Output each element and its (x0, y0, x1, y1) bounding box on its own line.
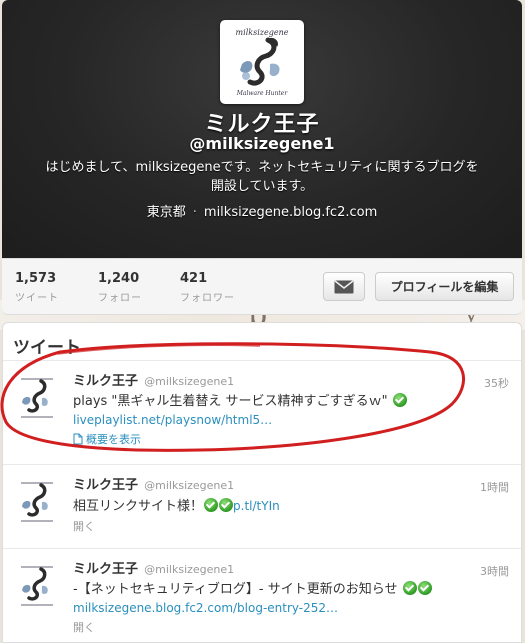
stat-following[interactable]: 1,240 フォロー (98, 271, 142, 304)
stat-following-count: 1,240 (98, 271, 140, 286)
dragon-avatar-icon (13, 373, 61, 421)
profile-avatar[interactable]: milksizegene Malware Hunter (220, 20, 304, 104)
document-icon (73, 433, 83, 445)
tweet-author-handle[interactable]: @milksizegene1 (144, 563, 234, 576)
tweet-link[interactable]: liveplaylist.net/playsnow/html5… (73, 411, 509, 429)
tweet-header: ミルク王子 @milksizegene1 (73, 561, 509, 578)
stat-followers-count: 421 (180, 271, 208, 286)
tweet-link[interactable]: milksizegene.blog.fc2.com/blog-entry-252… (73, 599, 509, 617)
tweet-author-handle[interactable]: @milksizegene1 (144, 375, 234, 388)
tweet-avatar[interactable] (13, 373, 61, 421)
tweet-text: plays "黒ギャル生着替え サービス精神すごすぎるｗ" (73, 393, 509, 411)
tweet-timestamp[interactable]: 3時間 (480, 563, 509, 579)
tweet-item[interactable]: ミルク王子 @milksizegene1 35秒 plays "黒ギャル生着替え… (3, 361, 521, 465)
profile-bio: はじめまして、milksizegeneです。ネットセキュリティに関するブログを開… (45, 160, 479, 194)
stat-tweets-label: ツイート (15, 293, 59, 304)
tweet-text: -【ネットセキュリティブログ】- サイト更新のお知らせ (73, 581, 509, 599)
stat-following-label: フォロー (98, 293, 142, 304)
tweet-link[interactable]: p.tl/tYIn (233, 499, 280, 513)
tweet-text-body: -【ネットセキュリティブログ】- サイト更新のお知らせ (73, 582, 398, 597)
tweet-text: 相互リンクサイト様！ p.tl/tYIn (73, 497, 509, 516)
envelope-icon (334, 279, 354, 293)
check-emoji-icon (219, 498, 234, 512)
tweet-header: ミルク王子 @milksizegene1 (73, 373, 509, 390)
dragon-avatar-icon: milksizegene Malware Hunter (224, 24, 300, 100)
profile-website-link[interactable]: milksizegene.blog.fc2.com (204, 205, 377, 220)
stat-tweets-count: 1,573 (15, 271, 57, 286)
tweet-text-body: 相互リンクサイト様！ (73, 499, 204, 514)
dragon-avatar-icon (13, 477, 61, 525)
tweet-text-body: plays "黒ギャル生着替え サービス精神すごすぎるｗ" (73, 394, 388, 409)
direct-message-button[interactable] (323, 272, 365, 301)
tweet-header: ミルク王子 @milksizegene1 (73, 477, 509, 494)
svg-text:Malware Hunter: Malware Hunter (236, 90, 289, 97)
tweets-heading: ツイート (3, 323, 521, 361)
tweet-avatar[interactable] (13, 561, 61, 609)
dragon-avatar-icon (13, 561, 61, 609)
profile-stats-bar: 1,573 ツイート 1,240 フォロー 421 フォロワー プロフィールを編… (2, 258, 522, 315)
tweet-author-name[interactable]: ミルク王子 (73, 374, 138, 389)
show-summary-label: 概要を表示 (86, 433, 141, 446)
expand-link[interactable]: 開く (73, 518, 509, 534)
stat-followers-label: フォロワー (180, 293, 235, 304)
check-emoji-icon (402, 581, 417, 595)
check-emoji-icon (417, 581, 432, 595)
profile-screen-name: @milksizegene1 (189, 134, 335, 153)
tweet-author-name[interactable]: ミルク王子 (73, 562, 138, 577)
stat-followers[interactable]: 421 フォロワー (180, 271, 235, 304)
profile-header: milksizegene Malware Hunter ミルク王子 @milks… (2, 0, 522, 258)
check-emoji-icon (204, 498, 219, 512)
tweet-timestamp[interactable]: 1時間 (480, 479, 509, 495)
show-summary-link[interactable]: 概要を表示 (73, 431, 509, 447)
tweet-item[interactable]: ミルク王子 @milksizegene1 3時間 -【ネットセキュリティブログ】… (3, 549, 521, 642)
tweet-author-handle[interactable]: @milksizegene1 (144, 479, 234, 492)
tweet-timestamp[interactable]: 35秒 (484, 375, 509, 391)
profile-location: 東京都 (146, 205, 186, 220)
tweet-avatar[interactable] (13, 477, 61, 525)
meta-separator: · (192, 205, 197, 220)
edit-profile-button[interactable]: プロフィールを編集 (375, 272, 514, 301)
expand-link[interactable]: 開く (73, 619, 509, 635)
tweets-panel: ツイート ミルク王子 @milksizegene1 35秒 plays "黒ギャ… (2, 322, 522, 643)
check-emoji-icon (392, 393, 407, 407)
tweet-author-name[interactable]: ミルク王子 (73, 478, 138, 493)
svg-text:milksizegene: milksizegene (236, 28, 289, 37)
tweet-item[interactable]: ミルク王子 @milksizegene1 1時間 相互リンクサイト様！ p.tl/… (3, 465, 521, 549)
profile-meta: 東京都 · milksizegene.blog.fc2.com (2, 201, 522, 220)
stat-tweets[interactable]: 1,573 ツイート (15, 271, 59, 304)
